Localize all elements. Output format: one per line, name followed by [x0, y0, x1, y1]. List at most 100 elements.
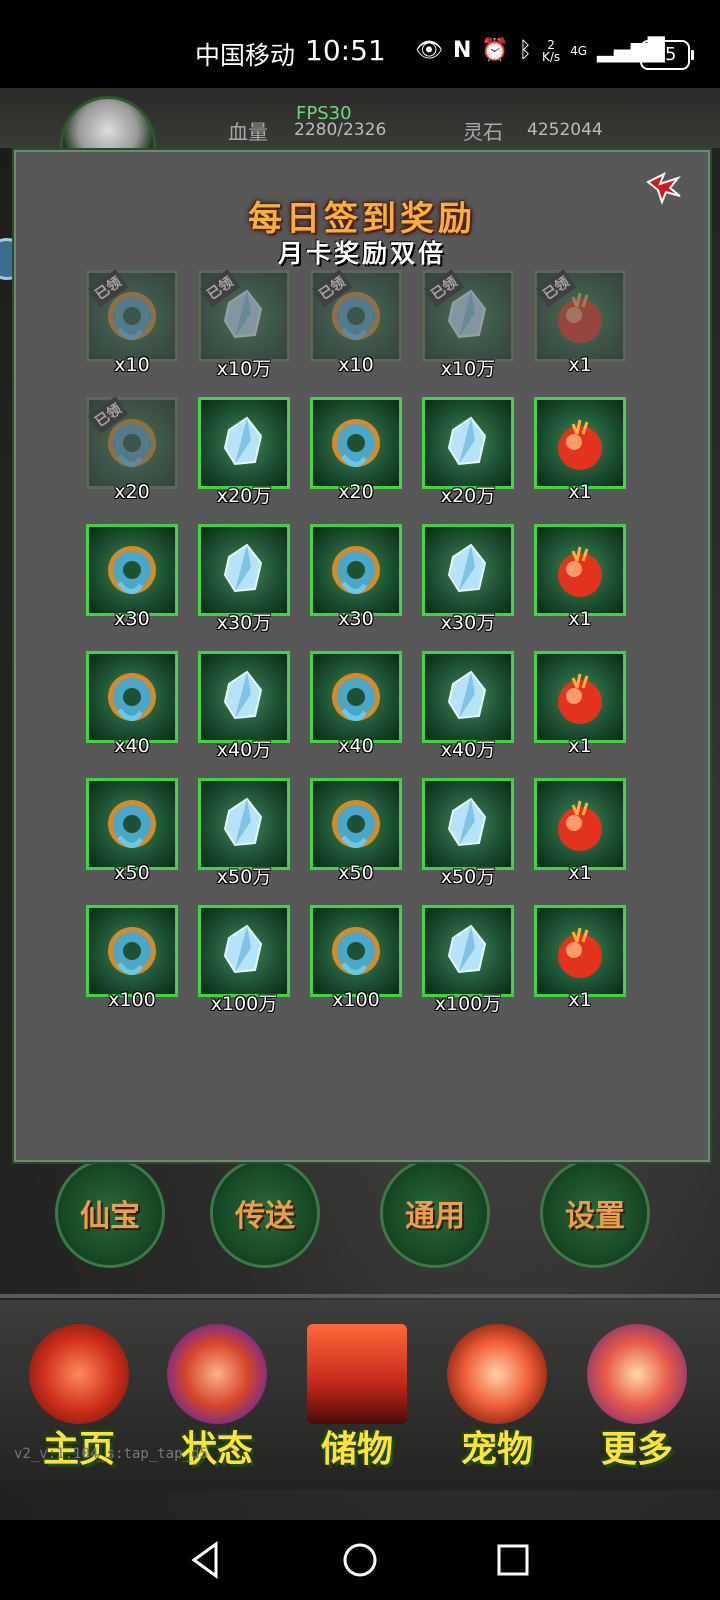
reward-cell[interactable]: x30万 — [422, 524, 514, 634]
jade-ring-icon — [108, 546, 156, 594]
reward-cell[interactable]: 已领 x10 — [86, 269, 178, 380]
reward-quantity: x40 — [114, 735, 150, 757]
reward-tile — [534, 905, 626, 997]
nav-item-more[interactable]: 更多 — [572, 1324, 702, 1484]
reward-cell[interactable]: x100 — [310, 905, 402, 1015]
reward-tile — [310, 778, 402, 870]
reward-cell[interactable]: 已领 x10万 — [198, 269, 290, 380]
nav-item-pet[interactable]: 宠物 — [432, 1324, 562, 1484]
reward-tile: 已领 — [86, 396, 178, 489]
nav-item-storage[interactable]: 储物 — [292, 1324, 422, 1484]
xianbao-label: 仙宝 — [80, 1199, 140, 1234]
general-button[interactable]: 通用 — [380, 1158, 490, 1268]
reward-quantity: x10 — [114, 354, 150, 376]
reward-quantity: x50 — [338, 862, 374, 884]
reward-cell[interactable]: x50 — [86, 778, 178, 888]
battery-level: 55 — [653, 44, 677, 65]
reward-cell[interactable]: x100万 — [422, 905, 514, 1015]
reward-tile — [198, 524, 290, 616]
reward-cell[interactable]: x1 — [534, 397, 626, 507]
reward-cell[interactable]: x1 — [534, 778, 626, 888]
reward-quantity: x20万 — [216, 485, 272, 507]
reward-cell[interactable]: x20万 — [422, 397, 514, 507]
spirit-stone-label: 灵石 — [463, 120, 503, 144]
crystal-icon — [447, 416, 487, 466]
storage-emblem-icon — [307, 1324, 407, 1424]
back-icon[interactable] — [188, 1540, 222, 1580]
battery-icon: 55 — [640, 40, 694, 70]
reward-quantity: x1 — [568, 862, 592, 884]
reward-cell[interactable]: x50万 — [422, 778, 514, 888]
home-emblem-icon — [29, 1324, 129, 1424]
close-icon[interactable] — [644, 170, 684, 206]
status-icons: 👁 N ⏰ ᛒ 2 K/s 4G ▂▄▆█ — [415, 38, 665, 64]
reward-cell[interactable]: x1 — [534, 905, 626, 1015]
crystal-icon — [223, 797, 263, 847]
reward-quantity: x20 — [338, 481, 374, 503]
spirit-stone-value: 4252044 — [527, 120, 603, 140]
reward-tile — [198, 397, 290, 489]
reward-cell[interactable]: x40万 — [422, 651, 514, 761]
reward-quantity: x1 — [568, 608, 592, 630]
settings-button[interactable]: 设置 — [540, 1158, 650, 1268]
jade-ring-icon — [332, 546, 380, 594]
reward-cell[interactable]: x100 — [86, 905, 178, 1015]
reward-cell[interactable]: x20 — [310, 397, 402, 507]
reward-tile — [422, 651, 514, 743]
clock: 10:51 — [305, 34, 386, 67]
nav-more-label: 更多 — [600, 1428, 673, 1470]
fire-orb-icon — [558, 673, 602, 724]
reward-tile — [422, 397, 514, 489]
reward-quantity: x100 — [332, 989, 380, 1011]
modal-subtitle: 月卡奖励双倍 — [277, 239, 446, 268]
reward-tile — [198, 651, 290, 743]
reward-cell[interactable]: x100万 — [198, 905, 290, 1015]
reward-quantity: x1 — [568, 735, 592, 757]
recents-icon[interactable] — [496, 1540, 530, 1580]
reward-cell[interactable]: x50 — [310, 778, 402, 888]
reward-row: x100 x100万 x100 x100万 x1 — [86, 905, 646, 1029]
reward-cell[interactable]: x30万 — [198, 524, 290, 634]
alarm-icon: ⏰ — [481, 38, 509, 63]
reward-cell[interactable]: x40 — [310, 651, 402, 761]
jade-ring-icon — [332, 419, 380, 467]
reward-cell[interactable]: x1 — [534, 651, 626, 761]
reward-tile — [86, 778, 178, 870]
reward-cell[interactable]: x50万 — [198, 778, 290, 888]
network-type: 4G — [570, 44, 588, 58]
reward-cell[interactable]: 已领 x20 — [86, 396, 178, 507]
jade-ring-icon — [108, 927, 156, 975]
reward-tile — [534, 651, 626, 743]
crystal-icon — [447, 670, 487, 720]
reward-cell[interactable]: x30 — [86, 524, 178, 634]
jade-ring-icon — [332, 800, 380, 848]
reward-row: x40 x40万 x40 x40万 x1 — [86, 651, 646, 775]
jade-ring-icon — [108, 800, 156, 848]
jade-ring-icon — [332, 927, 380, 975]
crystal-icon — [223, 924, 263, 974]
nav-storage-label: 储物 — [320, 1428, 393, 1470]
reward-tile — [422, 778, 514, 870]
bluetooth-icon: ᛒ — [518, 38, 532, 63]
reward-tile — [534, 778, 626, 870]
reward-cell[interactable]: x40 — [86, 651, 178, 761]
reward-cell[interactable]: x20万 — [198, 397, 290, 507]
reward-row: x50 x50万 x50 x50万 x1 — [86, 778, 646, 902]
more-emblem-icon — [587, 1324, 687, 1424]
reward-cell[interactable]: 已领 x10 — [310, 269, 402, 380]
reward-cell[interactable]: 已领 x1 — [534, 269, 626, 380]
reward-quantity: x10 — [338, 354, 374, 376]
reward-quantity: x10万 — [216, 358, 272, 380]
home-icon[interactable] — [342, 1540, 378, 1580]
reward-quantity: x100万 — [434, 993, 502, 1015]
reward-cell[interactable]: 已领 x10万 — [422, 269, 514, 380]
reward-cell[interactable]: x40万 — [198, 651, 290, 761]
reward-tile — [198, 778, 290, 870]
reward-cell[interactable]: x1 — [534, 524, 626, 634]
reward-quantity: x50万 — [440, 866, 496, 888]
reward-tile: 已领 — [422, 269, 514, 362]
system-nav-bar — [0, 1520, 720, 1600]
reward-cell[interactable]: x30 — [310, 524, 402, 634]
teleport-button[interactable]: 传送 — [210, 1158, 320, 1268]
xianbao-button[interactable]: 仙宝 — [55, 1158, 165, 1268]
